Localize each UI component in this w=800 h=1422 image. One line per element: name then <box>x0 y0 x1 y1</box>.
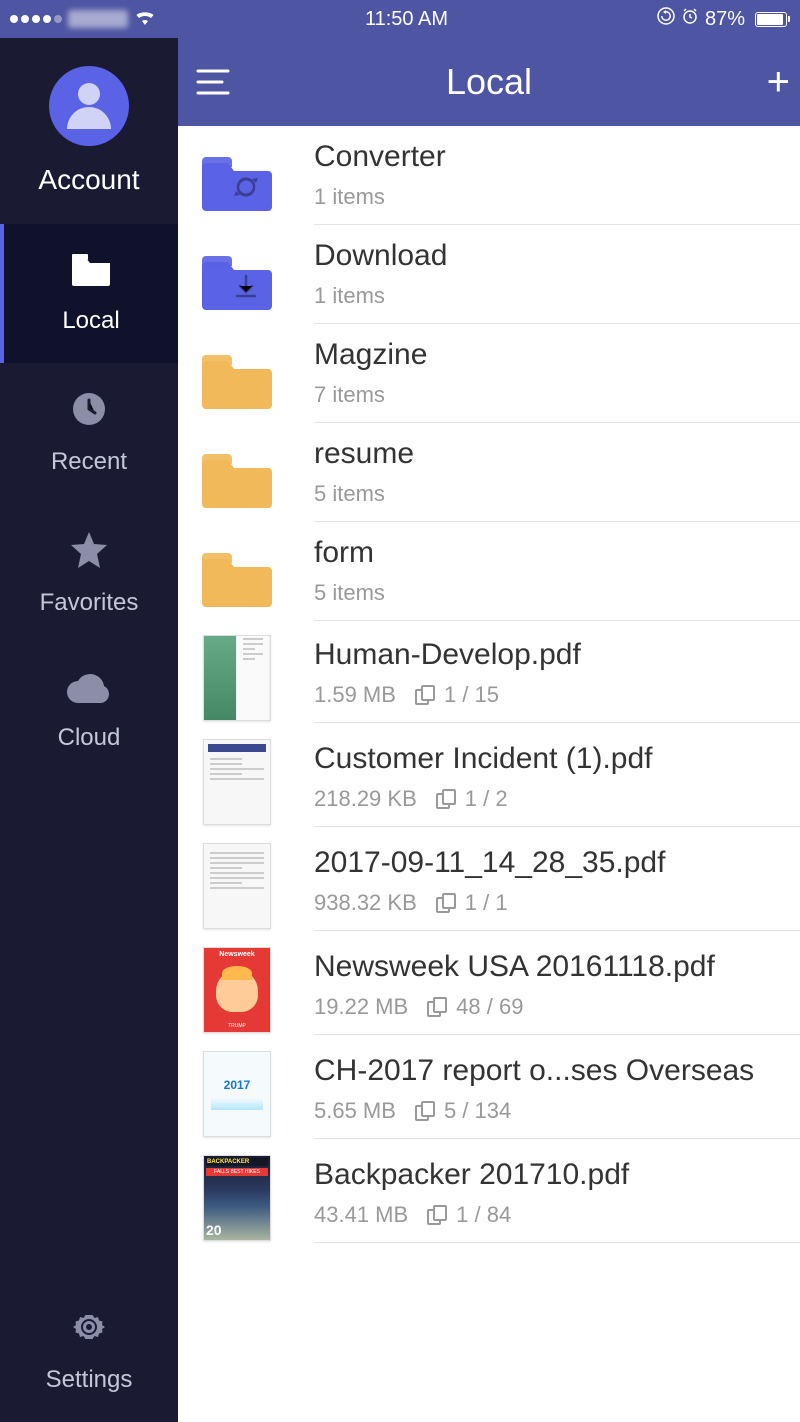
gear-icon <box>71 1309 107 1350</box>
folder-row[interactable]: Magzine 7 items <box>178 324 800 423</box>
item-count: 1 items <box>314 283 385 309</box>
clock-icon <box>71 391 107 432</box>
page-count: 48 / 69 <box>456 994 523 1020</box>
item-count: 7 items <box>314 382 385 408</box>
add-button[interactable]: + <box>767 60 790 105</box>
folder-row[interactable]: Converter 1 items <box>178 126 800 225</box>
file-row[interactable]: NewsweekTRUMP Newsweek USA 20161118.pdf 19… <box>178 933 800 1037</box>
item-count: 5 items <box>314 580 385 606</box>
pages-indicator: 1 / 84 <box>426 1202 511 1228</box>
file-thumbnail <box>203 739 271 825</box>
header: Local + <box>178 38 800 126</box>
sidebar-item-label: Cloud <box>58 724 121 752</box>
signal-strength-icon <box>10 15 62 23</box>
carrier-label <box>68 10 128 28</box>
file-row[interactable]: BACKPACKERFALLS BEST HIKES20 Backpacker 2… <box>178 1141 800 1245</box>
file-name: 2017-09-11_14_28_35.pdf <box>314 846 800 880</box>
file-name: CH-2017 report o...ses Overseas <box>314 1054 800 1088</box>
sidebar-item-label: Settings <box>46 1366 133 1394</box>
file-name: Newsweek USA 20161118.pdf <box>314 950 800 984</box>
file-row[interactable]: 2017 CH-2017 report o...ses Overseas 5.65 … <box>178 1037 800 1141</box>
file-name: form <box>314 536 800 570</box>
pages-indicator: 1 / 15 <box>414 682 499 708</box>
file-list[interactable]: Converter 1 items Download 1 items Magzine 7 … <box>178 126 800 1422</box>
item-count: 5 items <box>314 481 385 507</box>
orientation-lock-icon <box>657 7 675 31</box>
folder-row[interactable]: Download 1 items <box>178 225 800 324</box>
folder-icon <box>202 544 272 614</box>
file-row[interactable]: Human-Develop.pdf 1.59 MB 1 / 15 <box>178 621 800 725</box>
folder-icon <box>202 445 272 515</box>
item-count: 1 items <box>314 184 385 210</box>
main-content: Local + Converter 1 items Download 1 items M… <box>178 38 800 1422</box>
page-count: 1 / 1 <box>465 890 508 916</box>
star-icon <box>70 532 108 573</box>
file-name: resume <box>314 437 800 471</box>
pages-indicator: 1 / 2 <box>435 786 508 812</box>
status-time: 11:50 AM <box>365 8 448 31</box>
folder-icon <box>202 148 272 218</box>
status-bar: 11:50 AM 87% <box>0 0 800 38</box>
file-size: 938.32 KB <box>314 890 417 916</box>
page-count: 1 / 84 <box>456 1202 511 1228</box>
file-size: 218.29 KB <box>314 786 417 812</box>
sidebar-item-label: Local <box>62 307 119 335</box>
alarm-icon <box>681 7 699 31</box>
file-thumbnail: NewsweekTRUMP <box>203 947 271 1033</box>
file-name: Customer Incident (1).pdf <box>314 742 800 776</box>
folder-row[interactable]: resume 5 items <box>178 423 800 522</box>
sidebar-item-local[interactable]: Local <box>0 224 178 363</box>
sidebar-item-cloud[interactable]: Cloud <box>0 645 178 780</box>
sidebar-item-settings[interactable]: Settings <box>0 1281 178 1422</box>
battery-icon <box>751 12 790 27</box>
sidebar-item-label: Recent <box>51 448 127 476</box>
folder-icon <box>202 247 272 317</box>
sidebar-item-label: Account <box>38 164 139 196</box>
file-name: Magzine <box>314 338 800 372</box>
pages-indicator: 48 / 69 <box>426 994 523 1020</box>
file-size: 19.22 MB <box>314 994 408 1020</box>
file-name: Backpacker 201710.pdf <box>314 1158 800 1192</box>
avatar-icon <box>49 66 129 146</box>
sidebar: Account Local Recent Favorites Cloud <box>0 38 178 1422</box>
file-size: 5.65 MB <box>314 1098 396 1124</box>
file-thumbnail: 2017 <box>203 1051 271 1137</box>
page-count: 5 / 134 <box>444 1098 511 1124</box>
sidebar-item-favorites[interactable]: Favorites <box>0 504 178 645</box>
folder-icon <box>202 346 272 416</box>
page-count: 1 / 2 <box>465 786 508 812</box>
pages-indicator: 5 / 134 <box>414 1098 511 1124</box>
file-thumbnail <box>203 635 271 721</box>
folder-icon <box>70 252 112 291</box>
file-size: 1.59 MB <box>314 682 396 708</box>
pages-indicator: 1 / 1 <box>435 890 508 916</box>
cloud-icon <box>67 673 111 708</box>
sidebar-item-account[interactable]: Account <box>0 38 178 224</box>
sidebar-item-label: Favorites <box>40 589 139 617</box>
page-count: 1 / 15 <box>444 682 499 708</box>
page-title: Local <box>178 61 800 103</box>
file-size: 43.41 MB <box>314 1202 408 1228</box>
menu-icon[interactable] <box>196 69 230 95</box>
file-thumbnail: BACKPACKERFALLS BEST HIKES20 <box>203 1155 271 1241</box>
folder-row[interactable]: form 5 items <box>178 522 800 621</box>
file-thumbnail <box>203 843 271 929</box>
file-name: Download <box>314 239 800 273</box>
file-row[interactable]: 2017-09-11_14_28_35.pdf 938.32 KB 1 / 1 <box>178 829 800 933</box>
file-name: Converter <box>314 140 800 174</box>
sidebar-item-recent[interactable]: Recent <box>0 363 178 504</box>
wifi-icon <box>134 8 156 31</box>
file-name: Human-Develop.pdf <box>314 638 800 672</box>
battery-percent: 87% <box>705 8 745 31</box>
file-row[interactable]: Customer Incident (1).pdf 218.29 KB 1 / 2 <box>178 725 800 829</box>
